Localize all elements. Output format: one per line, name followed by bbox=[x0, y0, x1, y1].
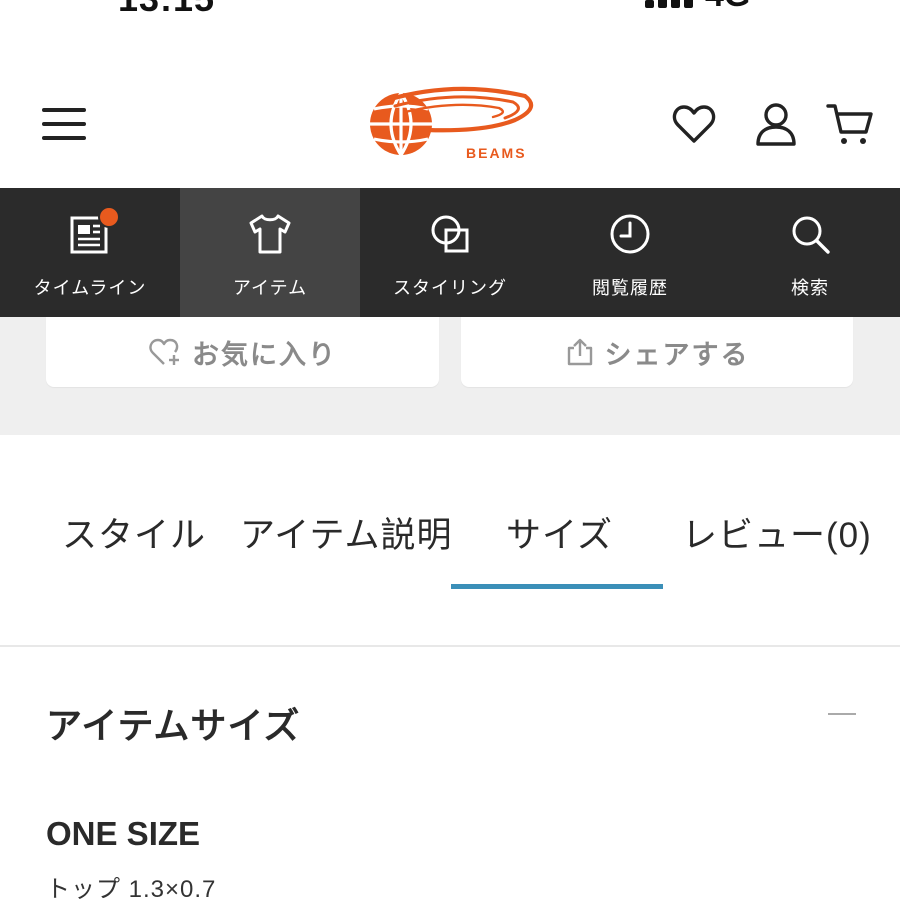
cart-icon[interactable] bbox=[826, 100, 874, 148]
section-title: アイテムサイズ bbox=[46, 705, 301, 746]
tab-review[interactable]: レビュー(0) bbox=[682, 507, 872, 558]
category-nav: タイムライン アイテム スタイリング 閲覧履歴 検索 bbox=[0, 188, 900, 317]
network-type: 4G bbox=[705, 0, 750, 15]
tab-item-description[interactable]: アイテム説明 bbox=[240, 507, 453, 558]
logo-text: BEAMS bbox=[466, 145, 527, 161]
minus-icon bbox=[828, 713, 856, 715]
nav-item-history[interactable]: 閲覧履歴 bbox=[540, 188, 720, 317]
app-page: 13:15 4G bbox=[0, 0, 900, 900]
styling-icon bbox=[431, 215, 469, 253]
status-time: 13:15 bbox=[118, 0, 215, 20]
user-icon[interactable] bbox=[752, 100, 800, 148]
heart-plus-icon bbox=[149, 338, 179, 365]
nav-label-item: アイテム bbox=[232, 278, 308, 298]
tab-size[interactable]: サイズ bbox=[506, 507, 613, 558]
clock-icon bbox=[610, 214, 650, 254]
nav-item-item[interactable]: アイテム bbox=[180, 188, 360, 317]
favorite-button[interactable]: お気に入り bbox=[46, 317, 439, 387]
share-button[interactable]: シェアする bbox=[461, 317, 853, 387]
nav-label-styling: スタイリング bbox=[393, 278, 507, 298]
globe-logo-icon bbox=[370, 92, 432, 156]
detail-tabs: スタイル アイテム説明 サイズ レビュー(0) bbox=[0, 435, 900, 647]
nav-label-search: 検索 bbox=[791, 278, 829, 298]
size-name: ONE SIZE bbox=[46, 815, 201, 852]
action-area: お気に入り シェアする bbox=[0, 317, 900, 435]
notification-badge bbox=[98, 206, 120, 228]
nav-item-styling[interactable]: スタイリング bbox=[360, 188, 540, 317]
item-size-section: アイテムサイズ ONE SIZE トップ 1.3×0.7 bbox=[0, 647, 900, 900]
search-icon bbox=[792, 216, 830, 254]
favorite-label: お気に入り bbox=[192, 339, 337, 370]
menu-icon bbox=[42, 108, 86, 112]
signal-icon bbox=[645, 0, 695, 8]
status-bar: 13:15 4G bbox=[0, 0, 900, 20]
tab-style[interactable]: スタイル bbox=[62, 507, 206, 558]
heart-icon[interactable] bbox=[670, 100, 718, 148]
nav-item-search[interactable]: 検索 bbox=[720, 188, 900, 317]
collapse-button[interactable] bbox=[812, 693, 872, 737]
nav-label-history: 閲覧履歴 bbox=[592, 278, 668, 298]
size-detail: トップ 1.3×0.7 bbox=[46, 876, 217, 900]
share-icon bbox=[567, 338, 592, 366]
app-header: BEAMS bbox=[0, 60, 900, 188]
menu-button[interactable] bbox=[40, 108, 88, 142]
beams-logo[interactable]: BEAMS bbox=[365, 86, 537, 166]
active-tab-indicator bbox=[451, 584, 663, 589]
tshirt-icon bbox=[249, 214, 291, 254]
nav-label-timeline: タイムライン bbox=[33, 278, 147, 298]
share-label: シェアする bbox=[604, 339, 750, 370]
nav-item-timeline[interactable]: タイムライン bbox=[0, 188, 180, 317]
